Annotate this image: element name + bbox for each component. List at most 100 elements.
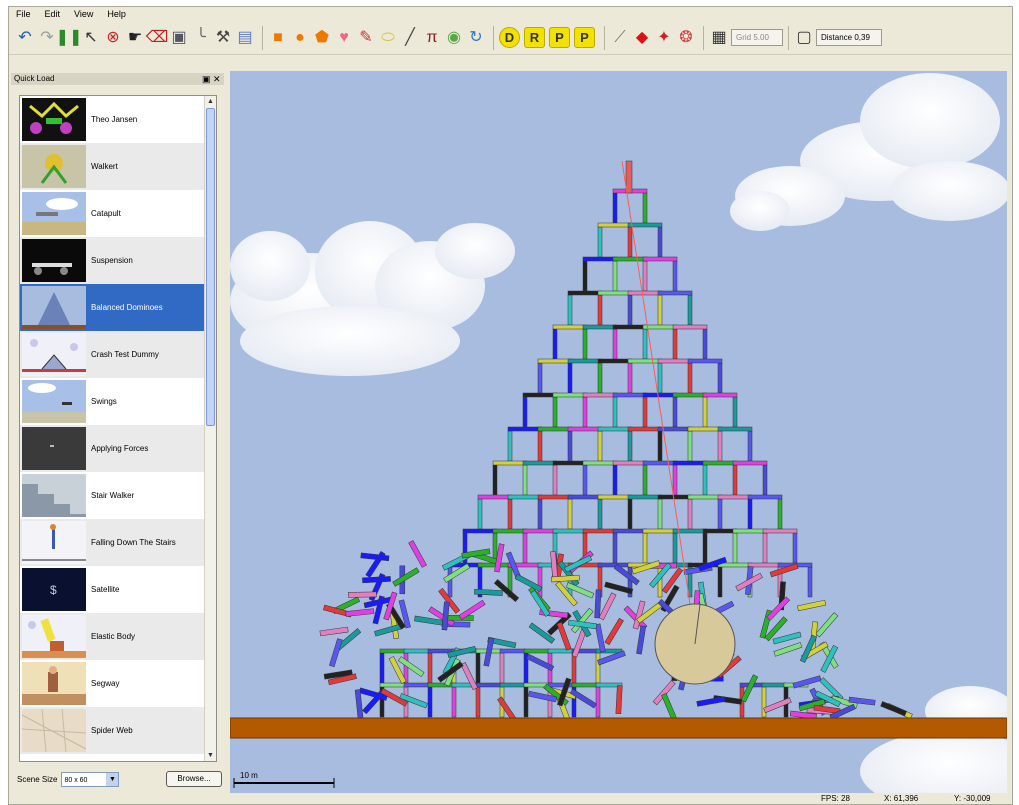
capsule-tool-icon[interactable]: ⬭ [378,27,398,49]
menu-edit[interactable]: Edit [38,7,68,21]
wheel-tool-icon[interactable]: ◉ [444,27,464,49]
spring-icon[interactable]: ⚒ [213,27,233,49]
domino[interactable] [582,392,618,398]
domino[interactable] [523,648,551,654]
domino[interactable] [766,596,791,621]
domino[interactable] [672,460,708,466]
domino[interactable] [702,392,738,398]
domino[interactable] [499,648,527,654]
domino[interactable] [567,294,573,326]
domino[interactable] [717,430,723,462]
domino[interactable] [571,652,577,684]
domino[interactable] [612,260,618,292]
domino[interactable] [403,648,431,654]
domino[interactable] [507,494,543,500]
camera-icon[interactable]: ▣ [169,27,189,49]
domino[interactable] [642,460,678,466]
fallen-dominoes[interactable] [319,540,913,724]
domino[interactable] [567,430,573,462]
domino[interactable] [717,426,753,432]
domino[interactable] [475,652,481,684]
domino[interactable] [319,626,349,637]
domino[interactable] [747,562,783,568]
domino[interactable] [537,430,543,462]
domino[interactable] [815,612,839,638]
ground-body[interactable] [230,717,1007,739]
domino[interactable] [657,290,693,296]
close-icon[interactable]: ✕ [213,73,221,85]
domino[interactable] [475,686,481,718]
domino[interactable] [612,464,618,496]
domino[interactable] [687,494,723,500]
domino[interactable] [582,528,618,534]
domino[interactable] [477,498,483,530]
domino[interactable] [627,358,663,364]
domino[interactable] [552,392,588,398]
domino[interactable] [597,498,603,530]
domino[interactable] [475,682,503,688]
domino[interactable] [507,498,513,530]
domino[interactable] [657,494,693,500]
rotate-tool-icon[interactable]: ↻ [466,27,486,49]
domino[interactable] [672,392,708,398]
domino[interactable] [329,638,343,668]
domino[interactable] [687,294,693,326]
joint-tool-d-0-icon[interactable]: D [499,27,520,48]
domino[interactable] [747,494,783,500]
ruler-icon[interactable]: ⟋ [610,27,630,49]
scroll-down-icon[interactable]: ▼ [205,750,216,761]
domino[interactable] [627,362,633,394]
distance-field[interactable]: Distance 0,39 [816,29,882,46]
domino[interactable] [403,682,431,688]
scene-list-item[interactable]: Catapult [20,190,216,237]
domino[interactable] [447,566,453,598]
domino[interactable] [595,686,601,718]
domino[interactable] [597,430,603,462]
domino[interactable] [597,362,603,394]
domino[interactable] [627,290,663,296]
domino[interactable] [567,494,603,500]
domino[interactable] [447,646,477,658]
domino[interactable] [627,430,633,462]
domino[interactable] [702,528,738,534]
domino[interactable] [597,562,633,568]
domino[interactable] [392,567,420,587]
domino[interactable] [582,328,588,360]
domino[interactable] [732,528,768,534]
rope-icon[interactable]: ╰ [191,27,211,49]
menu-file[interactable]: File [9,7,38,21]
domino[interactable] [522,464,528,496]
domino[interactable] [717,362,723,394]
board-icon[interactable]: ▤ [235,27,255,49]
scene-list-item[interactable]: Segway [20,660,216,707]
domino[interactable] [582,260,588,292]
domino[interactable] [657,294,663,326]
pin-tool-icon[interactable]: π [422,27,442,49]
domino[interactable] [597,426,633,432]
chevron-down-icon[interactable]: ▼ [106,772,119,786]
pencil-tool-icon[interactable]: ✎ [356,27,376,49]
domino[interactable] [627,426,663,432]
domino[interactable] [567,426,603,432]
domino[interactable] [642,528,678,534]
erase-icon[interactable]: ⌫ [146,27,169,49]
domino[interactable] [379,652,385,684]
domino[interactable] [582,324,618,330]
scene-size-select[interactable]: 80 x 60 ▼ [61,771,120,787]
domino[interactable] [672,328,678,360]
domino[interactable] [604,617,624,646]
domino[interactable] [427,652,433,684]
domino[interactable] [613,563,640,586]
domino[interactable] [797,599,827,612]
domino[interactable] [537,358,573,364]
box-tool-icon[interactable]: ■ [268,27,288,49]
domino[interactable] [507,430,513,462]
scene-list-item[interactable]: Applying Forces [20,425,216,472]
domino[interactable] [537,566,543,598]
domino[interactable] [672,260,678,292]
domino[interactable] [627,222,663,228]
menu-help[interactable]: Help [100,7,133,21]
domino[interactable] [582,460,618,466]
domino[interactable] [642,256,678,262]
domino[interactable] [672,464,678,496]
